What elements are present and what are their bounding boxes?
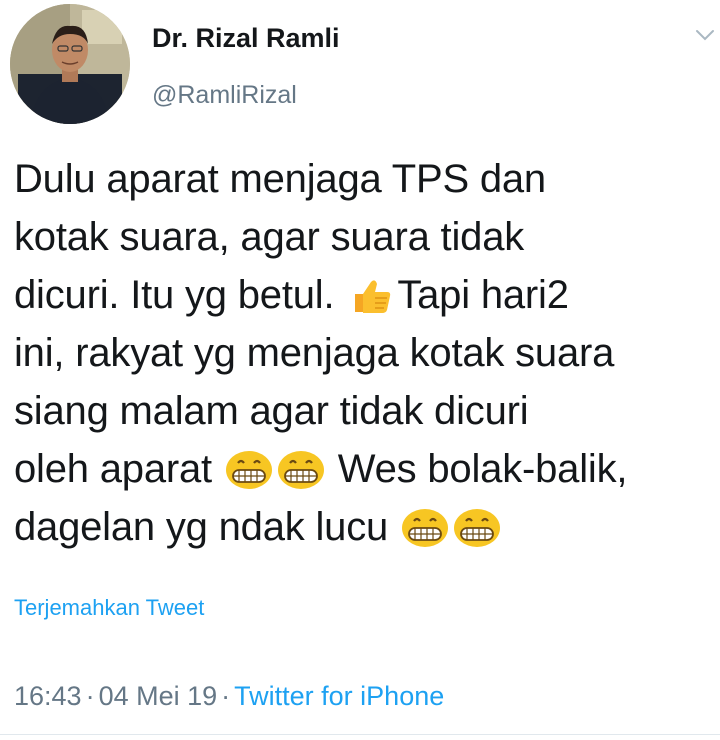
tweet-source-link[interactable]: Twitter for iPhone [234,681,444,711]
grin-icon [225,451,272,489]
avatar[interactable] [10,4,130,124]
tweet-line: Dulu aparat menjaga TPS dan [14,150,714,208]
divider [0,734,720,735]
tweet-line: siang malam agar tidak dicuri [14,382,714,440]
translate-tweet-link[interactable]: Terjemahkan Tweet [14,592,204,624]
display-name[interactable]: Dr. Rizal Ramli [152,18,340,58]
grin-icon [401,509,448,547]
thumbs-up-icon [355,280,391,313]
tweet-text-segment: siang malam agar tidak dicuri [14,389,529,433]
tweet-line: dicuri. Itu yg betul. Tapi hari2 [14,266,714,324]
tweet-line: ini, rakyat yg menjaga kotak suara [14,324,714,382]
tweet-text-segment: dicuri. Itu yg betul. [14,273,346,317]
tweet-text: Dulu aparat menjaga TPS dan kotak suara, … [14,150,714,556]
grin-icon [277,451,324,489]
tweet-text-segment: ini, rakyat yg menjaga kotak suara [14,331,615,375]
grin-icon [453,509,500,547]
author-block: Dr. Rizal Ramli @RamliRizal [152,18,340,112]
tweet-line: kotak suara, agar suara tidak [14,208,714,266]
tweet-text-segment: Wes bolak-balik, [326,447,628,491]
tweet-date[interactable]: 04 Mei 19 [99,681,218,711]
meta-separator: · [221,681,231,711]
tweet-meta: 16:43 · 04 Mei 19 · Twitter for iPhone [14,676,444,716]
avatar-image [10,4,130,124]
meta-separator: · [85,681,95,711]
tweet-text-segment: Dulu aparat menjaga TPS dan [14,157,546,201]
tweet-text-segment: dagelan yg ndak lucu [14,505,399,549]
tweet-card: Dr. Rizal Ramli @RamliRizal Dulu aparat … [0,0,720,740]
tweet-line: oleh aparat Wes bolak-balik, [14,440,714,498]
tweet-line: dagelan yg ndak lucu [14,498,714,556]
tweet-text-segment: Tapi hari2 [397,273,569,317]
tweet-time[interactable]: 16:43 [14,681,82,711]
tweet-text-segment: oleh aparat [14,447,223,491]
chevron-down-icon[interactable] [694,24,716,46]
user-handle[interactable]: @RamliRizal [152,78,340,112]
tweet-text-segment: kotak suara, agar suara tidak [14,215,525,259]
